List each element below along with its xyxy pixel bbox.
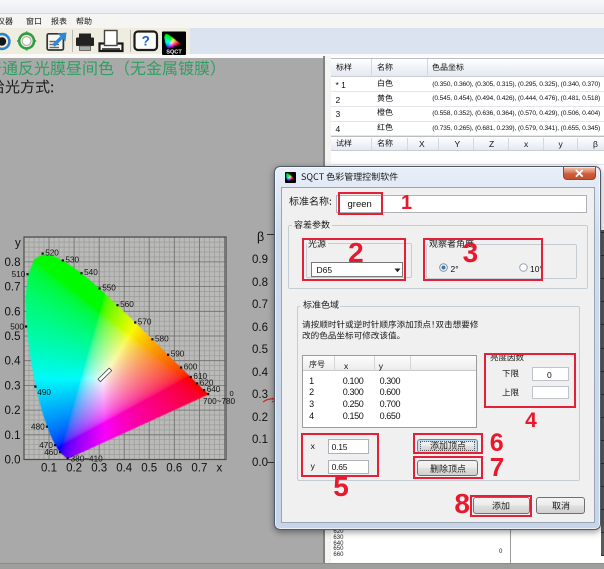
svg-text:640: 640 xyxy=(207,385,221,394)
svg-text:550: 550 xyxy=(102,284,116,293)
svg-text:0.1: 0.1 xyxy=(5,430,21,442)
svg-text:530: 530 xyxy=(65,255,79,264)
svg-text:0.7: 0.7 xyxy=(191,463,207,475)
svg-text:y: y xyxy=(15,238,21,250)
svg-text:?: ? xyxy=(142,34,150,49)
svg-text:0.2: 0.2 xyxy=(5,405,21,417)
svg-text:0.7: 0.7 xyxy=(5,282,21,294)
svg-text:0.2: 0.2 xyxy=(66,463,82,475)
svg-text:510: 510 xyxy=(12,270,26,279)
svg-text:SQCT: SQCT xyxy=(166,50,182,56)
svg-text:580: 580 xyxy=(155,334,169,343)
svg-text:0.5: 0.5 xyxy=(141,463,157,475)
svg-text:0.6: 0.6 xyxy=(166,463,182,475)
svg-text:600: 600 xyxy=(184,363,198,372)
svg-text:0.0: 0.0 xyxy=(5,455,21,467)
svg-text:0.4: 0.4 xyxy=(5,356,22,368)
svg-text:460: 460 xyxy=(44,448,58,457)
svg-text:0.1: 0.1 xyxy=(41,463,57,475)
svg-text:560: 560 xyxy=(120,300,134,309)
svg-text:570: 570 xyxy=(138,318,152,327)
svg-text:0.8: 0.8 xyxy=(5,257,21,269)
svg-text:590: 590 xyxy=(171,350,185,359)
svg-text:0.3: 0.3 xyxy=(5,380,21,392)
svg-text:0.5: 0.5 xyxy=(5,331,21,343)
svg-text:0.3: 0.3 xyxy=(91,463,107,475)
svg-text:0.6: 0.6 xyxy=(5,306,21,318)
svg-text:0.4: 0.4 xyxy=(116,463,133,475)
svg-text:x: x xyxy=(217,463,223,475)
svg-text:490: 490 xyxy=(37,388,51,397)
svg-text:540: 540 xyxy=(84,268,98,277)
svg-text:520: 520 xyxy=(45,249,59,258)
svg-text:480: 480 xyxy=(31,423,45,432)
